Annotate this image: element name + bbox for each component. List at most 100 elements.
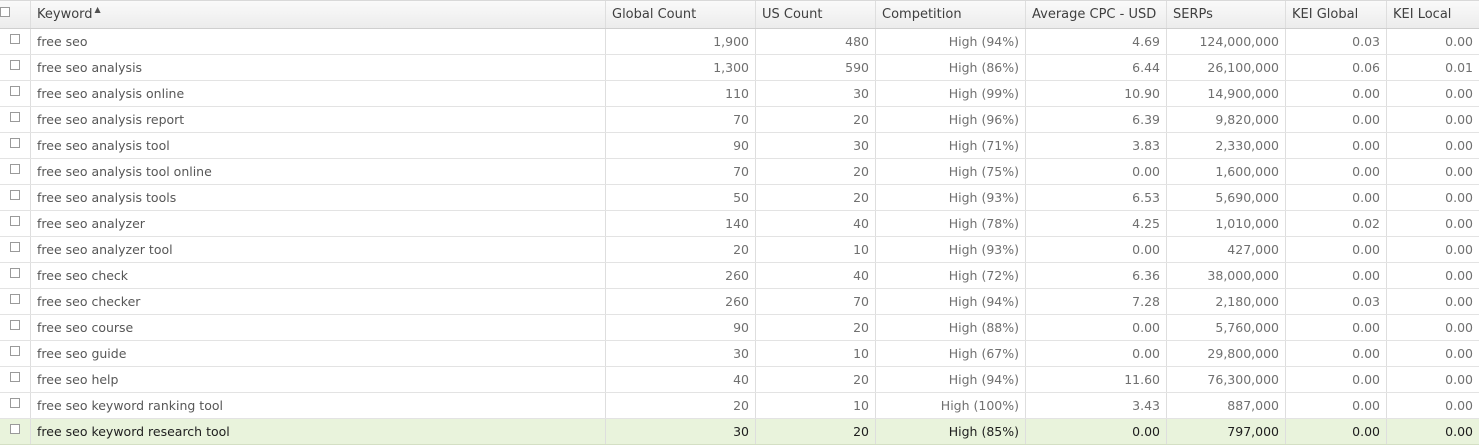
keyword-cell: free seo analysis tools [31, 185, 606, 210]
row-select-cell[interactable] [0, 263, 31, 288]
kei-global-cell: 0.03 [1286, 29, 1387, 54]
us-count-cell: 20 [756, 367, 876, 392]
serps-cell: 797,000 [1167, 419, 1286, 444]
column-header-keyword[interactable]: Keyword ▲ [31, 1, 606, 28]
competition-cell: High (86%) [876, 55, 1026, 80]
average-cpc-cell: 0.00 [1026, 419, 1167, 444]
row-checkbox[interactable] [10, 294, 20, 304]
table-row[interactable]: free seo analysis tools 50 20 High (93%) 6.5… [0, 185, 1479, 211]
kei-global-cell: 0.00 [1286, 263, 1387, 288]
serps-cell: 5,690,000 [1167, 185, 1286, 210]
column-header-kei-local[interactable]: KEI Local [1387, 1, 1479, 28]
table-row[interactable]: free seo analysis tool online 70 20 High (7… [0, 159, 1479, 185]
row-checkbox[interactable] [10, 138, 20, 148]
row-select-cell[interactable] [0, 81, 31, 106]
kei-global-cell: 0.03 [1286, 289, 1387, 314]
row-checkbox[interactable] [10, 60, 20, 70]
row-checkbox[interactable] [10, 34, 20, 44]
global-count-cell: 110 [606, 81, 756, 106]
row-select-cell[interactable] [0, 419, 31, 444]
keyword-cell: free seo course [31, 315, 606, 340]
kei-global-cell: 0.06 [1286, 55, 1387, 80]
keyword-results-grid: Keyword ▲ Global Count US Count Competit… [0, 0, 1479, 446]
serps-cell: 38,000,000 [1167, 263, 1286, 288]
table-row[interactable]: free seo guide 30 10 High (67%) 0.00 29,800,0… [0, 341, 1479, 367]
row-checkbox[interactable] [10, 86, 20, 96]
row-checkbox[interactable] [10, 398, 20, 408]
select-all-cell[interactable] [0, 1, 31, 28]
competition-cell: High (93%) [876, 185, 1026, 210]
row-checkbox[interactable] [10, 320, 20, 330]
average-cpc-cell: 0.00 [1026, 159, 1167, 184]
us-count-cell: 20 [756, 107, 876, 132]
row-checkbox[interactable] [10, 216, 20, 226]
table-header: Keyword ▲ Global Count US Count Competit… [0, 1, 1479, 29]
table-row[interactable]: free seo analysis tool 90 30 High (71%) 3.83… [0, 133, 1479, 159]
keyword-cell: free seo guide [31, 341, 606, 366]
select-all-checkbox[interactable] [0, 7, 10, 17]
row-select-cell[interactable] [0, 159, 31, 184]
average-cpc-cell: 0.00 [1026, 315, 1167, 340]
average-cpc-cell: 10.90 [1026, 81, 1167, 106]
keyword-cell: free seo analysis [31, 55, 606, 80]
row-select-cell[interactable] [0, 341, 31, 366]
table-row[interactable]: free seo 1,900 480 High (94%) 4.69 124,000,00… [0, 29, 1479, 55]
table-row[interactable]: free seo analysis online 110 30 High (99%) 1… [0, 81, 1479, 107]
row-checkbox[interactable] [10, 346, 20, 356]
global-count-cell: 30 [606, 419, 756, 444]
table-row[interactable]: free seo analyzer 140 40 High (78%) 4.25 1,01… [0, 211, 1479, 237]
us-count-cell: 40 [756, 211, 876, 236]
table-row[interactable]: free seo checker 260 70 High (94%) 7.28 2,180… [0, 289, 1479, 315]
row-select-cell[interactable] [0, 315, 31, 340]
keyword-cell: free seo help [31, 367, 606, 392]
column-header-average-cpc[interactable]: Average CPC - USD [1026, 1, 1167, 28]
row-checkbox[interactable] [10, 190, 20, 200]
average-cpc-cell: 0.00 [1026, 237, 1167, 262]
column-header-us-count[interactable]: US Count [756, 1, 876, 28]
column-header-serps[interactable]: SERPs [1167, 1, 1286, 28]
row-checkbox[interactable] [10, 164, 20, 174]
column-header-global-count[interactable]: Global Count [606, 1, 756, 28]
serps-cell: 1,010,000 [1167, 211, 1286, 236]
global-count-cell: 140 [606, 211, 756, 236]
global-count-cell: 20 [606, 237, 756, 262]
global-count-cell: 70 [606, 107, 756, 132]
table-row[interactable]: free seo analysis 1,300 590 High (86%) 6.44 2… [0, 55, 1479, 81]
row-checkbox[interactable] [10, 424, 20, 434]
row-checkbox[interactable] [10, 372, 20, 382]
average-cpc-cell: 11.60 [1026, 367, 1167, 392]
row-select-cell[interactable] [0, 29, 31, 54]
table-row[interactable]: free seo analysis report 70 20 High (96%) 6.… [0, 107, 1479, 133]
keyword-cell: free seo analysis tool online [31, 159, 606, 184]
serps-cell: 29,800,000 [1167, 341, 1286, 366]
global-count-cell: 70 [606, 159, 756, 184]
table-row[interactable]: free seo keyword research tool 30 20 High (… [0, 419, 1479, 445]
row-select-cell[interactable] [0, 107, 31, 132]
global-count-cell: 90 [606, 315, 756, 340]
row-select-cell[interactable] [0, 289, 31, 314]
row-select-cell[interactable] [0, 367, 31, 392]
row-select-cell[interactable] [0, 211, 31, 236]
column-header-competition[interactable]: Competition [876, 1, 1026, 28]
global-count-cell: 40 [606, 367, 756, 392]
average-cpc-cell: 0.00 [1026, 341, 1167, 366]
column-header-kei-global[interactable]: KEI Global [1286, 1, 1387, 28]
table-row[interactable]: free seo analyzer tool 20 10 High (93%) 0.00… [0, 237, 1479, 263]
us-count-cell: 20 [756, 315, 876, 340]
row-checkbox[interactable] [10, 268, 20, 278]
keyword-cell: free seo analysis online [31, 81, 606, 106]
row-checkbox[interactable] [10, 242, 20, 252]
competition-cell: High (75%) [876, 159, 1026, 184]
row-select-cell[interactable] [0, 185, 31, 210]
table-row[interactable]: free seo check 260 40 High (72%) 6.36 38,000,… [0, 263, 1479, 289]
us-count-cell: 590 [756, 55, 876, 80]
row-select-cell[interactable] [0, 133, 31, 158]
table-row[interactable]: free seo course 90 20 High (88%) 0.00 5,760,0… [0, 315, 1479, 341]
row-select-cell[interactable] [0, 393, 31, 418]
row-checkbox[interactable] [10, 112, 20, 122]
row-select-cell[interactable] [0, 237, 31, 262]
row-select-cell[interactable] [0, 55, 31, 80]
average-cpc-cell: 7.28 [1026, 289, 1167, 314]
table-row[interactable]: free seo keyword ranking tool 20 10 High (1… [0, 393, 1479, 419]
table-row[interactable]: free seo help 40 20 High (94%) 11.60 76,300,0… [0, 367, 1479, 393]
